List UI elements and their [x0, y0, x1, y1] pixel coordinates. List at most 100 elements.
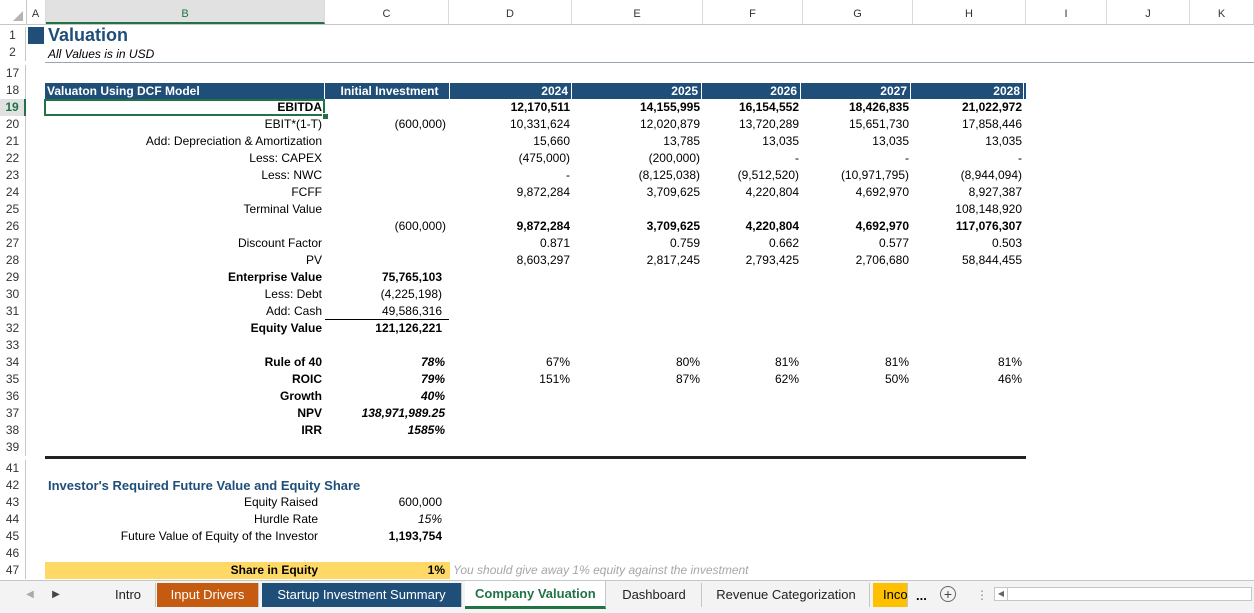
row-header-35[interactable]: 35 [0, 371, 26, 388]
dcf-year-value: 58,844,455 [961, 253, 1022, 267]
row-header-20[interactable]: 20 [0, 116, 26, 133]
dcf-year-value: 0.503 [991, 236, 1022, 250]
row-header-37[interactable]: 37 [0, 405, 26, 422]
metric-year-value: 50% [884, 372, 909, 386]
column-header-h[interactable]: H [913, 0, 1026, 24]
add-sheet-icon[interactable]: + [940, 586, 956, 602]
metric-year-value: 81% [774, 355, 799, 369]
metric-label: NPV [297, 406, 322, 420]
row-header-33[interactable]: 33 [0, 337, 26, 354]
row-header-30[interactable]: 30 [0, 286, 26, 303]
sheet-tab-bar: ◀ ▶ Intro Input Drivers Startup Investment… [0, 580, 1254, 613]
row-header-46[interactable]: 46 [0, 545, 26, 562]
investor-heading: Investor's Required Future Value and Equ… [48, 478, 361, 493]
scroll-right-icon[interactable]: ▶ [48, 587, 64, 603]
investor-row-label: Hurdle Rate [253, 512, 318, 526]
column-header-e[interactable]: E [572, 0, 703, 24]
scrollbar-left-arrow[interactable]: ◀ [995, 588, 1008, 600]
row-header-21[interactable]: 21 [0, 133, 26, 150]
row-header-42[interactable]: 42 [0, 477, 26, 494]
column-header-f[interactable]: F [703, 0, 803, 24]
share-note: You should give away 1% equity against t… [453, 563, 749, 577]
sheet-tab-revenue-categorization[interactable]: Revenue Categorization [703, 583, 870, 607]
row-header-47[interactable]: 47 [0, 562, 26, 579]
column-header-k[interactable]: K [1190, 0, 1254, 24]
investor-row-label: Future Value of Equity of the Investor [120, 529, 318, 543]
row-header-1[interactable]: 1 [0, 27, 26, 44]
dcf-year-value: 0.871 [539, 236, 570, 250]
investor-row-value: 15% [417, 512, 442, 526]
dcf-initial-value: (600,000) [394, 219, 446, 233]
scroll-left-icon[interactable]: ◀ [22, 587, 38, 603]
metric-initial: 138,971,989.25 [361, 406, 445, 420]
row-header-28[interactable]: 28 [0, 252, 26, 269]
row-header-26[interactable]: 26 [0, 218, 26, 235]
row-header-2[interactable]: 2 [0, 44, 26, 61]
row-header-38[interactable]: 38 [0, 422, 26, 439]
row-header-41[interactable]: 41 [0, 460, 26, 477]
thick-divider [45, 456, 1026, 459]
sheet-tab-company-valuation[interactable]: Company Valuation [465, 581, 606, 609]
dcf-year-value: 16,154,552 [738, 100, 799, 114]
metric-year-value: 81% [884, 355, 909, 369]
dcf-year-value: 9,872,284 [516, 185, 570, 199]
column-header-a[interactable]: A [26, 0, 46, 24]
row-header-31[interactable]: 31 [0, 303, 26, 320]
row-header-17[interactable]: 17 [0, 65, 26, 82]
sheet-tab-inco[interactable]: Inco [873, 583, 908, 607]
dcf-header-initial: Initial Investment [330, 83, 450, 99]
metric-initial: 1585% [407, 423, 445, 437]
equity-row-label: Enterprise Value [227, 270, 322, 284]
metric-year-value: 80% [675, 355, 700, 369]
sheet-tab-intro[interactable]: Intro [101, 583, 156, 607]
metric-label: IRR [301, 423, 322, 437]
row-header-18[interactable]: 18 [0, 82, 26, 99]
dcf-year-value: (8,125,038) [638, 168, 700, 182]
row-header-19[interactable]: 19 [0, 99, 26, 116]
row-header-24[interactable]: 24 [0, 184, 26, 201]
dcf-year-value: (475,000) [518, 151, 570, 165]
row-header-29[interactable]: 29 [0, 269, 26, 286]
spreadsheet-grid[interactable]: ABCDEFGHIJK 1 2 17 18 19 20 21 22 23 24 25 26 27 28 29… [0, 0, 1254, 580]
page-title: Valuation [48, 25, 129, 45]
fill-handle[interactable] [322, 113, 329, 120]
column-header-d[interactable]: D [449, 0, 572, 24]
row-header-27[interactable]: 27 [0, 235, 26, 252]
dcf-year-value: - [1018, 151, 1022, 165]
year-header-2026: 2026 [703, 83, 801, 99]
dcf-year-value: - [566, 168, 570, 182]
row-header-34[interactable]: 34 [0, 354, 26, 371]
column-header-i[interactable]: I [1026, 0, 1107, 24]
dcf-year-value: 108,148,920 [955, 202, 1022, 216]
year-header-2028: 2028 [913, 83, 1024, 99]
column-header-j[interactable]: J [1107, 0, 1190, 24]
dcf-year-value: 10,331,624 [509, 117, 570, 131]
row-header-45[interactable]: 45 [0, 528, 26, 545]
sheet-tab-input-drivers[interactable]: Input Drivers [157, 583, 259, 607]
more-tabs-button[interactable]: ... [916, 587, 927, 604]
row-header-23[interactable]: 23 [0, 167, 26, 184]
metric-year-value: 62% [774, 372, 799, 386]
share-label: Share in Equity [230, 563, 318, 577]
row-header-43[interactable]: 43 [0, 494, 26, 511]
row-header-44[interactable]: 44 [0, 511, 26, 528]
dcf-header-label: Valuaton Using DCF Model [45, 83, 325, 99]
row-header-39[interactable]: 39 [0, 439, 26, 456]
column-header-g[interactable]: G [803, 0, 913, 24]
select-all-corner[interactable] [0, 0, 27, 24]
sheet-tab-dashboard[interactable]: Dashboard [607, 583, 702, 607]
page-subtitle: All Values is in USD [48, 47, 155, 61]
column-header-c[interactable]: C [325, 0, 449, 24]
column-header-b[interactable]: B [46, 0, 325, 24]
row-header-25[interactable]: 25 [0, 201, 26, 218]
row-header-22[interactable]: 22 [0, 150, 26, 167]
dcf-year-value: 13,035 [762, 134, 799, 148]
dcf-year-value: 8,927,387 [968, 185, 1022, 199]
row-header-36[interactable]: 36 [0, 388, 26, 405]
metric-year-value: 87% [675, 372, 700, 386]
row-header-32[interactable]: 32 [0, 320, 26, 337]
split-handle-icon[interactable]: ⋮ [976, 587, 988, 603]
horizontal-scrollbar[interactable]: ◀ [994, 587, 1252, 601]
dcf-year-value: 13,785 [663, 134, 700, 148]
sheet-tab-startup-investment-summary[interactable]: Startup Investment Summary [262, 583, 462, 607]
